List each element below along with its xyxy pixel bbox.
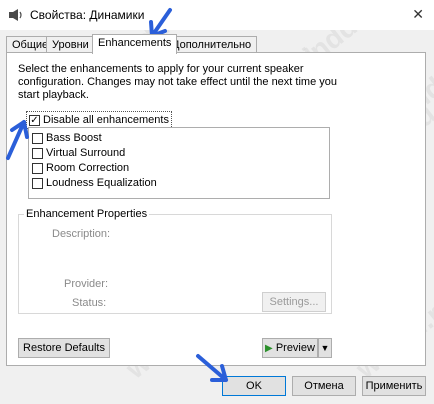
enhancements-description: Select the enhancements to apply for you… [18,63,337,101]
disable-all-checkbox-box[interactable]: ✓ [29,114,40,126]
cancel-button[interactable]: Отмена [292,376,356,396]
settings-button[interactable]: Settings... [262,292,326,312]
description-label: Description: [52,228,111,240]
preview-dropdown-button[interactable]: ▼ [318,338,332,358]
checkbox-box[interactable] [32,147,43,159]
provider-label: Provider: [64,278,109,290]
close-icon[interactable]: ✕ [412,6,424,23]
ok-button[interactable]: OK [222,376,286,396]
disable-all-label: Disable all enhancements [43,114,169,126]
tab-advanced[interactable]: Дополнительно [166,36,258,53]
play-icon: ▶ [265,343,273,354]
enhancements-list: Bass Boost Virtual Surround Room Correct… [28,127,330,199]
room-correction-checkbox[interactable]: Room Correction [32,161,129,175]
checkbox-box[interactable] [32,132,43,144]
enhancement-properties-title: Enhancement Properties [24,208,150,220]
virtual-surround-checkbox[interactable]: Virtual Surround [32,146,125,160]
list-item-label: Room Correction [46,162,130,174]
speaker-icon [9,9,22,21]
preview-label: Preview [275,342,315,354]
checkbox-box[interactable] [32,162,43,174]
list-item-label: Virtual Surround [46,147,126,159]
window-title: Свойства: Динамики [30,8,145,22]
checkbox-box[interactable] [32,177,43,189]
list-item-label: Loudness Equalization [46,177,157,189]
tab-enhancements[interactable]: Enhancements [92,34,178,54]
preview-button[interactable]: ▶ Preview [262,338,318,358]
restore-defaults-button[interactable]: Restore Defaults [18,338,110,358]
tab-levels[interactable]: Уровни [46,36,95,53]
list-item-label: Bass Boost [46,132,102,144]
loudness-equalization-checkbox[interactable]: Loudness Equalization [32,176,157,190]
status-label: Status: [72,297,107,309]
apply-button[interactable]: Применить [362,376,426,396]
bass-boost-checkbox[interactable]: Bass Boost [32,131,102,145]
